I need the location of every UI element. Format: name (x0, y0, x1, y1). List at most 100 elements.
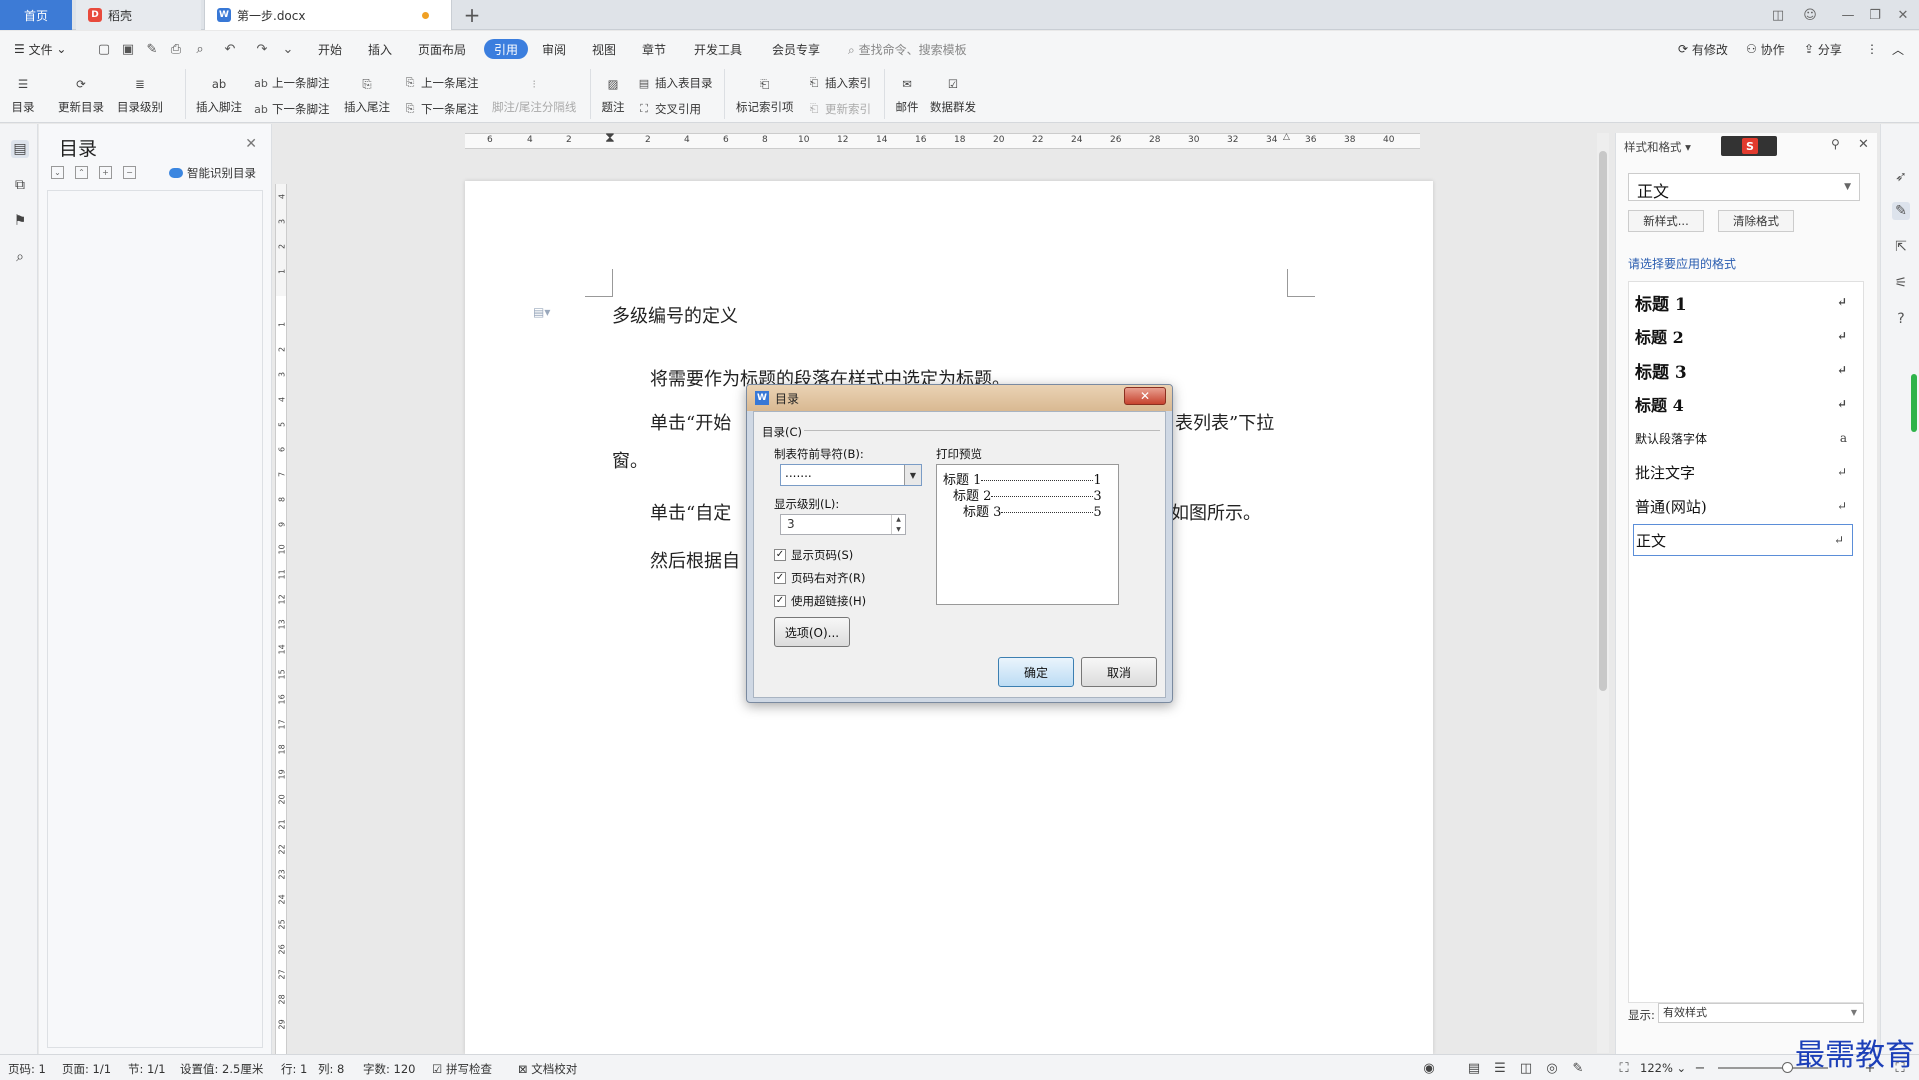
clear-format-button[interactable]: 清除格式 (1718, 210, 1794, 232)
style-item-selected[interactable]: 正文 ↵ (1633, 524, 1853, 556)
insert-footnote-button[interactable]: ab 插入脚注 (196, 71, 242, 115)
next-footnote-button[interactable]: ab 下一条脚注 (253, 101, 329, 117)
current-style-select[interactable]: 正文 ▼ (1628, 173, 1860, 201)
mark-index-button[interactable]: ⎗ 标记索引项 (736, 71, 794, 115)
caption-button[interactable]: ▨ 题注 (600, 71, 626, 115)
restore-icon[interactable]: ❐ (1862, 4, 1888, 26)
prev-footnote-button[interactable]: ab 上一条脚注 (253, 75, 329, 91)
ok-button[interactable]: 确定 (998, 657, 1074, 687)
style-item[interactable]: 标题 3 ↵ (1635, 354, 1855, 386)
save-icon[interactable]: ▣ (120, 41, 136, 57)
eye-icon[interactable]: ◉ (1421, 1060, 1437, 1076)
right-indent-marker-icon[interactable]: △ (1283, 132, 1290, 142)
expand-icon[interactable]: ⌄ (51, 166, 64, 179)
menu-view[interactable]: 视图 (592, 39, 616, 59)
tab-home[interactable]: 首页 (0, 0, 72, 30)
undo-icon[interactable]: ↶ (222, 41, 238, 57)
menu-reference[interactable]: 引用 (484, 39, 529, 59)
note-separator-button[interactable]: ⁝ 脚注/尾注分隔线 (492, 71, 576, 115)
layout-icon[interactable]: ◫ (1765, 4, 1791, 26)
close-icon[interactable]: ✕ (1858, 137, 1869, 152)
tab-document[interactable]: W 第一步.docx (204, 0, 452, 30)
options-button[interactable]: 选项(O)... (774, 617, 850, 647)
dropdown-arrow-icon[interactable]: ▼ (904, 465, 921, 485)
mail-button[interactable]: ✉ 邮件 (894, 71, 920, 115)
scroll-thumb[interactable] (1599, 151, 1607, 691)
insert-endnote-button[interactable]: ⎘ 插入尾注 (344, 71, 390, 115)
collapse-ribbon-icon[interactable]: ︿ (1892, 39, 1904, 59)
menu-insert[interactable]: 插入 (368, 39, 392, 59)
style-item[interactable]: 标题 4 ↵ (1635, 388, 1855, 420)
spin-arrows-icon[interactable]: ▲ ▼ (891, 515, 905, 534)
menu-devtools[interactable]: 开发工具 (694, 39, 742, 59)
more-menu-icon[interactable]: ⋮ (1866, 39, 1878, 59)
zoom-level[interactable]: 122% ⌄ (1640, 1061, 1686, 1075)
modified-button[interactable]: ⟳ 有修改 (1678, 39, 1728, 59)
help-icon[interactable]: ? (1892, 310, 1910, 328)
page-view-icon[interactable]: ▤ (1466, 1060, 1482, 1076)
toc-button[interactable]: ☰ 目录 (10, 71, 36, 115)
insert-index-button[interactable]: ⎗ 插入索引 (806, 75, 871, 91)
file-menu[interactable]: ☰ 文件 ⌄ (14, 39, 66, 59)
outline-view-icon[interactable]: ☰ (1492, 1060, 1508, 1076)
collab-button[interactable]: ⚇ 协作 (1746, 39, 1785, 59)
zoom-out-icon[interactable]: − (1692, 1060, 1708, 1076)
rocket-icon[interactable]: ➶ (1892, 168, 1910, 186)
print-icon[interactable]: ⎙ (168, 41, 184, 57)
hyperlink-checkbox[interactable]: ✓ 使用超链接(H) (774, 593, 866, 609)
pen-icon[interactable]: ✎ (1570, 1060, 1586, 1076)
menu-member[interactable]: 会员专享 (772, 39, 820, 59)
collapse-icon[interactable]: ⌃ (75, 166, 88, 179)
bookmark-icon[interactable]: ⚑ (11, 212, 29, 230)
style-panel-title[interactable]: 样式和格式 ▾ (1624, 139, 1691, 155)
add-level-icon[interactable]: + (99, 166, 112, 179)
insert-table-toc-button[interactable]: ▤ 插入表目录 (636, 75, 713, 91)
redo-icon[interactable]: ↷ (254, 41, 270, 57)
pin-icon[interactable]: ⚲ (1831, 137, 1840, 151)
mail-merge-button[interactable]: ☑ 数据群发 (930, 71, 976, 115)
style-item[interactable]: 批注文字 ↵ (1635, 456, 1855, 488)
menu-chapter[interactable]: 章节 (642, 39, 666, 59)
menu-review[interactable]: 审阅 (542, 39, 566, 59)
new-style-button[interactable]: 新样式... (1628, 210, 1704, 232)
status-words[interactable]: 字数: 120 (363, 1061, 415, 1077)
style-item[interactable]: 标题 2 ↵ (1635, 320, 1855, 352)
update-toc-button[interactable]: ⟳ 更新目录 (58, 71, 104, 115)
new-doc-icon[interactable]: ▢ (96, 41, 112, 57)
cross-ref-button[interactable]: ⛶ 交叉引用 (636, 101, 701, 117)
avatar[interactable]: ☺ (1797, 4, 1823, 26)
fit-page-icon[interactable]: ⛶ (1616, 1060, 1632, 1076)
adjust-icon[interactable]: ⚟ (1892, 274, 1910, 292)
close-icon[interactable]: ✕ (245, 136, 257, 152)
dialog-close-button[interactable]: ✕ (1124, 387, 1166, 405)
more-icon[interactable]: ⌄ (280, 41, 296, 57)
smart-toc-button[interactable]: 智能识别目录 (169, 165, 256, 181)
show-select[interactable]: 有效样式 ▼ (1658, 1003, 1864, 1023)
reading-view-icon[interactable]: ◫ (1518, 1060, 1534, 1076)
next-endnote-button[interactable]: ⎘ 下一条尾注 (402, 101, 479, 117)
align-right-checkbox[interactable]: ✓ 页码右对齐(R) (774, 570, 865, 586)
command-search[interactable]: ⌕ 查找命令、搜索模板 (848, 41, 967, 58)
format-painter-icon[interactable]: ✎ (144, 41, 160, 57)
paragraph-menu-icon[interactable]: ▤▾ (533, 305, 550, 319)
proofread-button[interactable]: ⊠ 文档校对 (518, 1061, 577, 1077)
leader-select[interactable]: ....... ▼ (780, 464, 922, 486)
minimize-icon[interactable]: — (1835, 4, 1861, 26)
prev-endnote-button[interactable]: ⎘ 上一条尾注 (402, 75, 479, 91)
close-window-icon[interactable]: ✕ (1890, 4, 1916, 26)
document-scrollbar[interactable] (1597, 133, 1609, 1053)
ime-toolbar[interactable]: S (1721, 136, 1777, 156)
style-item[interactable]: 标题 1 ↵ (1635, 286, 1855, 318)
remove-level-icon[interactable]: − (123, 166, 136, 179)
select-cursor-icon[interactable]: ⇱ (1892, 238, 1910, 256)
style-pen-icon[interactable]: ✎ (1892, 202, 1910, 220)
dialog-titlebar[interactable]: W 目录 ✕ (747, 385, 1172, 411)
update-index-button[interactable]: ⎗ 更新索引 (806, 101, 871, 117)
toc-nav-icon[interactable]: ▤ (11, 140, 29, 158)
search-nav-icon[interactable]: ⌕ (11, 248, 29, 266)
spell-check-button[interactable]: ☑ 拼写检查 (432, 1061, 492, 1077)
chapter-nav-icon[interactable]: ⧉ (11, 176, 29, 194)
tab-daoke[interactable]: D 稻壳 (76, 0, 201, 30)
cancel-button[interactable]: 取消 (1081, 657, 1157, 687)
show-page-checkbox[interactable]: ✓ 显示页码(S) (774, 547, 853, 563)
